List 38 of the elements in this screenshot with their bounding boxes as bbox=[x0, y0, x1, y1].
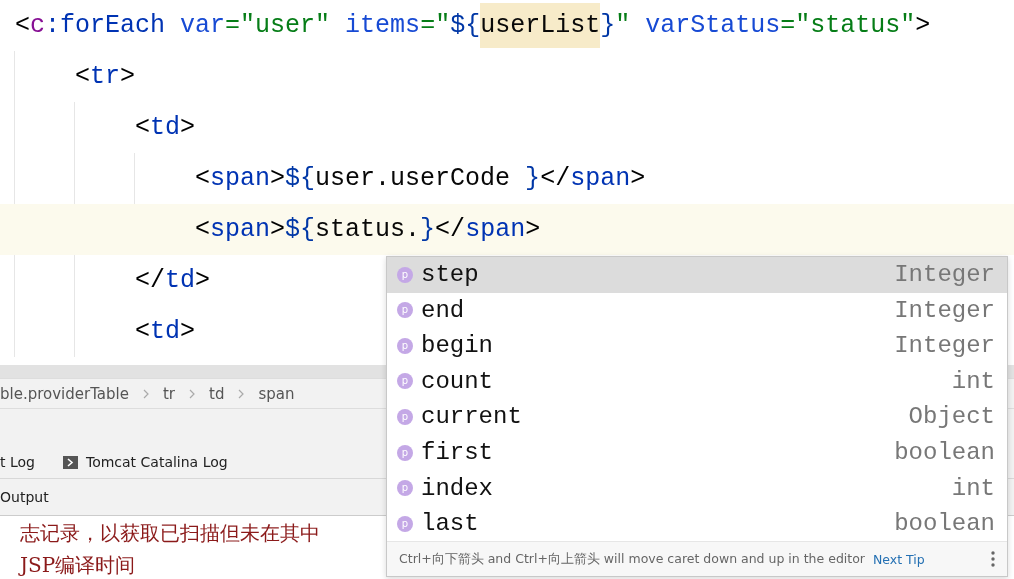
completion-item[interactable]: p index int bbox=[387, 470, 1007, 506]
completion-item[interactable]: p current Object bbox=[387, 399, 1007, 435]
page-text: JSP编译时间 bbox=[20, 552, 136, 578]
next-tip-link[interactable]: Next Tip bbox=[873, 551, 925, 567]
breadcrumb-item[interactable]: span bbox=[258, 384, 295, 403]
completion-item[interactable]: p count int bbox=[387, 363, 1007, 400]
completion-item[interactable]: p step Integer bbox=[387, 257, 1007, 293]
property-icon: p bbox=[397, 302, 413, 319]
property-icon: p bbox=[397, 444, 413, 461]
page-text: 志记录，以获取已扫描但未在其中 bbox=[20, 520, 320, 546]
breadcrumb-item[interactable]: ble.providerTable bbox=[0, 384, 129, 403]
hint-text: Ctrl+向下箭头 and Ctrl+向上箭头 will move caret down and up in the editor bbox=[399, 550, 865, 568]
property-icon: p bbox=[397, 373, 413, 390]
more-icon[interactable] bbox=[991, 551, 995, 568]
completion-item[interactable]: p last boolean bbox=[387, 505, 1007, 542]
property-icon: p bbox=[397, 515, 413, 532]
code-line: </td> bbox=[135, 265, 211, 297]
chevron-icon bbox=[143, 388, 149, 399]
completion-item[interactable]: p end Integer bbox=[387, 292, 1007, 329]
code-line: <tr> bbox=[75, 61, 136, 93]
property-icon: p bbox=[397, 408, 413, 425]
completion-item[interactable]: p first boolean bbox=[387, 434, 1007, 471]
code-line: <td> bbox=[135, 112, 196, 144]
property-icon: p bbox=[397, 337, 413, 354]
console-icon bbox=[62, 455, 78, 469]
property-icon: p bbox=[397, 266, 413, 283]
code-line: <c:forEach var="user" items="${userList}" varStatus="status"> bbox=[15, 0, 931, 51]
output-label: Output bbox=[0, 489, 49, 505]
completion-item[interactable]: p begin Integer bbox=[387, 328, 1007, 364]
chevron-icon bbox=[238, 388, 245, 399]
code-line: <td> bbox=[135, 316, 196, 348]
tool-tab[interactable]: Tomcat Catalina Log bbox=[62, 454, 228, 470]
tool-tab[interactable]: t Log bbox=[0, 454, 35, 470]
breadcrumb-item[interactable]: tr bbox=[163, 384, 176, 403]
code-line: <span>${user.userCode }</span> bbox=[195, 163, 646, 195]
chevron-icon bbox=[189, 388, 196, 399]
breadcrumb-item[interactable]: td bbox=[209, 384, 225, 403]
property-icon: p bbox=[397, 480, 413, 497]
